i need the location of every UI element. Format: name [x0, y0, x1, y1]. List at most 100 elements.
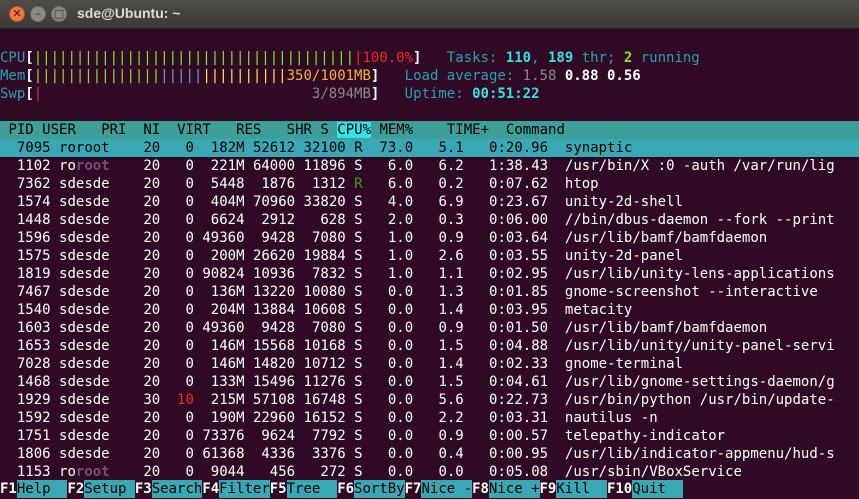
tasks-threads: 189 [547, 50, 574, 66]
process-ni: 0 [185, 266, 194, 282]
process-res: 9428 [261, 320, 296, 336]
process-pri: 20 [143, 338, 161, 354]
minimize-window-button[interactable]: – [30, 6, 46, 22]
column-header-ni[interactable]: NI [143, 122, 160, 138]
column-header-s[interactable]: S [320, 122, 328, 138]
process-cpu: 0.0 [387, 302, 414, 318]
process-row[interactable]: 1574 sdesde 20 0 404M 70960 33820 S 4.0 … [0, 193, 859, 211]
process-pid: 1575 [16, 248, 51, 264]
cpu-meter-value: 100.0% [362, 50, 414, 66]
process-row[interactable]: 7362 sdesde 20 0 5448 1876 1312 R 6.0 0.… [0, 175, 859, 193]
process-row[interactable]: 1468 sdesde 20 0 133M 15496 11276 S 0.0 … [0, 373, 859, 391]
process-pri: 20 [143, 158, 161, 174]
process-shr: 7792 [311, 428, 346, 444]
process-user: sde [84, 410, 110, 426]
fkey-f2-label[interactable]: Setup [84, 480, 135, 498]
process-mem: 0.2 [438, 176, 464, 192]
process-time: 0:02.33 [489, 356, 549, 372]
htop-screen[interactable]: CPU[||||||||||||||||||||||||||||||||||||… [0, 29, 859, 499]
fkey-f1-label[interactable]: Help [16, 480, 68, 498]
process-s: S [354, 410, 363, 426]
process-time: 1:38.43 [489, 158, 549, 174]
process-row[interactable]: 1575 sdesde 20 0 200M 26620 19884 S 1.0 … [0, 247, 859, 265]
process-ni: 0 [185, 140, 194, 156]
process-row[interactable]: 1653 sdesde 20 0 146M 15568 10168 S 0.0 … [0, 337, 859, 355]
process-user: sde [84, 338, 110, 354]
fkey-f10-label[interactable]: Quit [632, 480, 683, 498]
process-virt: 61368 [202, 446, 245, 462]
column-header-cpu[interactable]: CPU% [337, 122, 371, 138]
process-s: S [354, 374, 363, 390]
process-row[interactable]: 1929 sdesde 30 10 215M 57108 16748 S 0.0… [0, 391, 859, 409]
process-row[interactable]: 1592 sdesde 20 0 190M 22960 16152 S 0.0 … [0, 409, 859, 427]
process-shr: 10080 [303, 284, 346, 300]
process-time: 0:22.73 [489, 392, 549, 408]
process-row[interactable]: 1102 roroot 20 0 221M 64000 11896 S 6.0 … [0, 157, 859, 175]
process-row[interactable]: 1819 sdesde 20 0 90824 10936 7832 S 1.0 … [0, 265, 859, 283]
process-cpu: 1.0 [387, 248, 414, 264]
process-row[interactable]: 1540 sdesde 20 0 204M 13884 10608 S 0.0 … [0, 301, 859, 319]
fkey-f10: F10 [606, 481, 633, 497]
process-cmd: telepathy-indicator [564, 428, 726, 444]
load-5: 0.88 [564, 68, 599, 84]
uptime-label: Uptime: [404, 86, 464, 102]
fkey-f3-label[interactable]: Search [151, 480, 203, 498]
fkey-f9: F9 [539, 481, 557, 497]
column-header-shr[interactable]: SHR [287, 122, 312, 138]
process-table-header[interactable]: PID USER PRI NI VIRT RES SHR S CPU% MEM%… [0, 121, 859, 139]
process-cmd: gnome-screenshot --interactive [564, 284, 818, 300]
column-header-user[interactable]: USER [42, 122, 76, 138]
fkey-f9-label[interactable]: Kill [556, 480, 607, 498]
process-pid: 1806 [16, 446, 51, 462]
process-cpu: 0.0 [387, 446, 414, 462]
process-s: S [354, 284, 363, 300]
swp-meter-label: Swp [0, 86, 26, 102]
column-header-time[interactable]: TIME+ [447, 122, 489, 138]
column-header-command[interactable]: Command [506, 122, 565, 138]
process-shr: 16748 [303, 392, 346, 408]
process-res: 456 [269, 464, 296, 480]
process-row[interactable]: 7467 sdesde 20 0 136M 13220 10080 S 0.0 … [0, 283, 859, 301]
process-shr: 11276 [303, 374, 346, 390]
process-row[interactable]: 1806 sdesde 20 0 61368 4336 3376 S 0.0 0… [0, 445, 859, 463]
process-row[interactable]: 1751 sdesde 20 0 73376 9624 7792 S 0.0 0… [0, 427, 859, 445]
process-shr: 10712 [303, 356, 346, 372]
column-header-pri[interactable]: PRI [101, 122, 126, 138]
process-mem: 6.2 [438, 158, 464, 174]
process-pid: 1603 [16, 320, 51, 336]
fkey-f8-label[interactable]: Nice + [488, 480, 540, 498]
process-res: 10936 [252, 266, 296, 282]
column-header-res[interactable]: RES [236, 122, 261, 138]
load-1: 1.58 [522, 68, 557, 84]
process-user: sde [84, 374, 110, 390]
process-user: sde [84, 446, 110, 462]
maximize-window-button[interactable]: □ [51, 6, 67, 22]
fkey-f6-label[interactable]: SortBy [354, 480, 405, 498]
column-header-mem[interactable]: MEM% [379, 122, 413, 138]
process-row[interactable]: 1596 sdesde 20 0 49360 9428 7080 S 1.0 0… [0, 229, 859, 247]
process-row[interactable]: 1448 sdesde 20 0 6624 2912 628 S 2.0 0.3… [0, 211, 859, 229]
title-bar[interactable]: ✕ – □ sde@Ubuntu: ~ [0, 0, 859, 29]
process-row[interactable]: 7028 sdesde 20 0 146M 14820 10712 S 0.0 … [0, 355, 859, 373]
fkey-f4-label[interactable]: Filter [219, 480, 270, 498]
process-shr: 32100 [303, 140, 346, 156]
column-header-virt[interactable]: VIRT [177, 122, 211, 138]
close-window-button[interactable]: ✕ [9, 6, 25, 22]
process-mem: 0.3 [438, 212, 464, 228]
process-virt: 133M [210, 374, 245, 390]
fkey-f5-label[interactable]: Tree [286, 480, 338, 498]
process-pid: 1929 [16, 392, 51, 408]
process-ni: 0 [185, 410, 194, 426]
process-row[interactable]: 7095 roroot 20 0 182M 52612 32100 R 73.0… [0, 139, 859, 157]
process-ni: 0 [185, 464, 194, 480]
cpu-meter-label: CPU [0, 50, 26, 66]
process-s: S [354, 446, 363, 462]
process-row[interactable]: 1153 roroot 20 0 9044 456 272 S 0.0 0.0 … [0, 463, 859, 481]
process-s: S [354, 320, 363, 336]
process-pid: 7362 [16, 176, 51, 192]
process-pri: 20 [143, 230, 161, 246]
function-key-bar: F1Help F2Setup F3SearchF4FilterF5Tree F6Sor… [0, 480, 859, 498]
fkey-f7-label[interactable]: Nice - [421, 480, 473, 498]
column-header-pid[interactable]: PID [8, 122, 33, 138]
process-row[interactable]: 1603 sdesde 20 0 49360 9428 7080 S 0.0 0… [0, 319, 859, 337]
